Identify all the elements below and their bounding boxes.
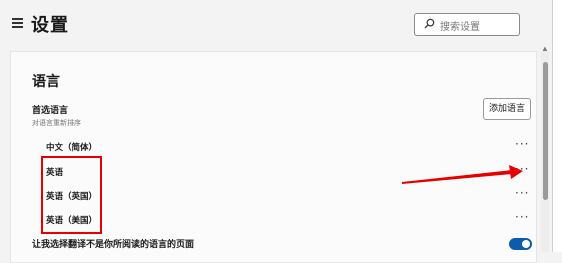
add-language-button[interactable]: 添加语言 xyxy=(483,98,531,120)
more-options-icon[interactable]: ··· xyxy=(515,210,529,224)
page-title: 设置 xyxy=(31,15,69,36)
translate-toggle-label: 让我选择翻译不是你所阅读的语言的页面 xyxy=(32,240,195,250)
search-placeholder: 搜索设置 xyxy=(440,22,480,33)
preferred-languages-sub: 对语言重新排序 xyxy=(32,119,81,127)
more-options-icon[interactable]: ··· xyxy=(515,137,529,151)
scrollbar-thumb[interactable] xyxy=(543,62,548,200)
window-edge xyxy=(552,0,562,252)
highlight-box xyxy=(41,156,102,234)
more-options-icon[interactable]: ··· xyxy=(515,186,529,200)
search-input[interactable]: 搜索设置 xyxy=(414,13,520,36)
translate-toggle[interactable] xyxy=(509,238,532,250)
top-bar: 设置 搜索设置 xyxy=(0,0,562,50)
search-icon xyxy=(424,18,435,29)
more-options-icon[interactable]: ··· xyxy=(515,162,529,176)
preferred-languages-label: 首选语言 xyxy=(32,106,69,116)
menu-icon[interactable] xyxy=(12,18,23,28)
language-item-name: 中文（简体） xyxy=(46,143,98,153)
section-title: 语言 xyxy=(32,74,60,90)
